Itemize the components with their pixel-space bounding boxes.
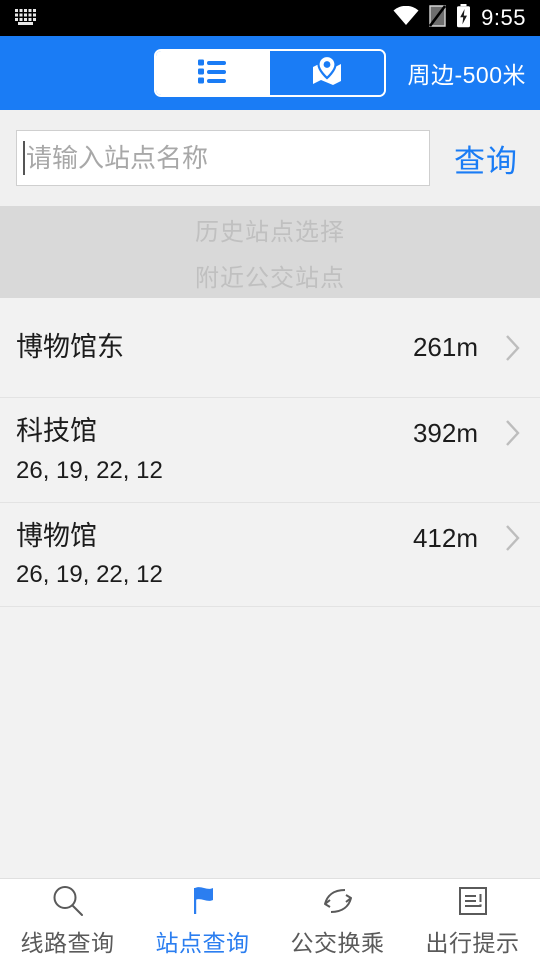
station-distance: 392m [412,418,478,448]
table-row[interactable]: 博物馆 26, 19, 22, 12 412m [0,502,540,608]
station-routes: 26, 19, 22, 12 [16,456,163,484]
search-radius-label[interactable]: 周边-500米 [407,56,526,90]
station-distance: 261m [412,332,478,362]
tab-travel-tips[interactable]: 出行提示 [405,879,540,960]
search-input-wrapper[interactable] [16,130,430,186]
segment-list-view[interactable] [156,51,270,95]
tab-label: 出行提示 [425,929,520,956]
tab-label: 线路查询 [20,929,115,956]
tab-station-search[interactable]: 站点查询 [135,879,270,960]
table-row[interactable]: 科技馆 26, 19, 22, 12 392m [0,398,540,503]
status-bar-left [14,7,40,30]
segment-map-view[interactable] [270,51,384,95]
transfer-arrows-icon [321,882,355,920]
status-bar-right: 9:55 [393,3,526,33]
station-distance: 412m [412,522,478,553]
map-pin-icon [310,54,344,91]
notice-document-icon [456,882,490,920]
app-screen: 9:55 周边-500米 请输入站点名称 查询 历史站点选择 附近公交站点 博物… [0,0,540,960]
view-mode-segmented-control[interactable] [154,49,386,97]
chevron-right-icon [502,414,524,448]
tab-label: 站点查询 [155,929,250,956]
keyboard-icon [14,7,40,30]
wifi-icon [393,5,419,31]
app-header: 周边-500米 [0,36,540,110]
station-list: 博物馆东 261m 科技馆 26, 19, 22, 12 392m 博物馆 26… [0,298,540,878]
tab-route-search[interactable]: 线路查询 [0,879,135,960]
status-bar-clock: 9:55 [481,5,526,30]
station-info: 科技馆 26, 19, 22, 12 [16,414,413,486]
station-routes: 26, 19, 22, 12 [16,561,163,589]
sim-card-icon [429,4,447,32]
station-name: 博物馆 [16,520,97,551]
tab-label: 公交换乘 [290,929,385,956]
section-header-band: 历史站点选择 附近公交站点 [0,206,540,298]
tab-transfer[interactable]: 公交换乘 [270,879,405,960]
flag-icon [186,882,220,920]
station-name: 博物馆东 [16,332,124,363]
bottom-navigation: 线路查询 站点查询 公交换乘 出行提示 [0,878,540,960]
station-info: 博物馆 26, 19, 22, 12 [16,519,413,591]
history-stations-header[interactable]: 历史站点选择 [0,206,540,252]
search-bar: 查询 [0,110,540,206]
query-button[interactable]: 查询 [448,136,524,181]
table-row[interactable]: 博物馆东 261m [0,298,540,398]
list-view-icon [198,58,228,89]
battery-charging-icon [456,3,471,33]
nearby-stations-header[interactable]: 附近公交站点 [0,252,540,298]
status-bar: 9:55 [0,0,540,36]
search-icon [51,882,85,920]
chevron-right-icon [502,333,524,363]
text-cursor [23,141,25,175]
search-input[interactable] [26,131,425,185]
station-info: 博物馆东 [16,330,413,365]
chevron-right-icon [502,519,524,553]
station-name: 科技馆 [16,416,97,446]
